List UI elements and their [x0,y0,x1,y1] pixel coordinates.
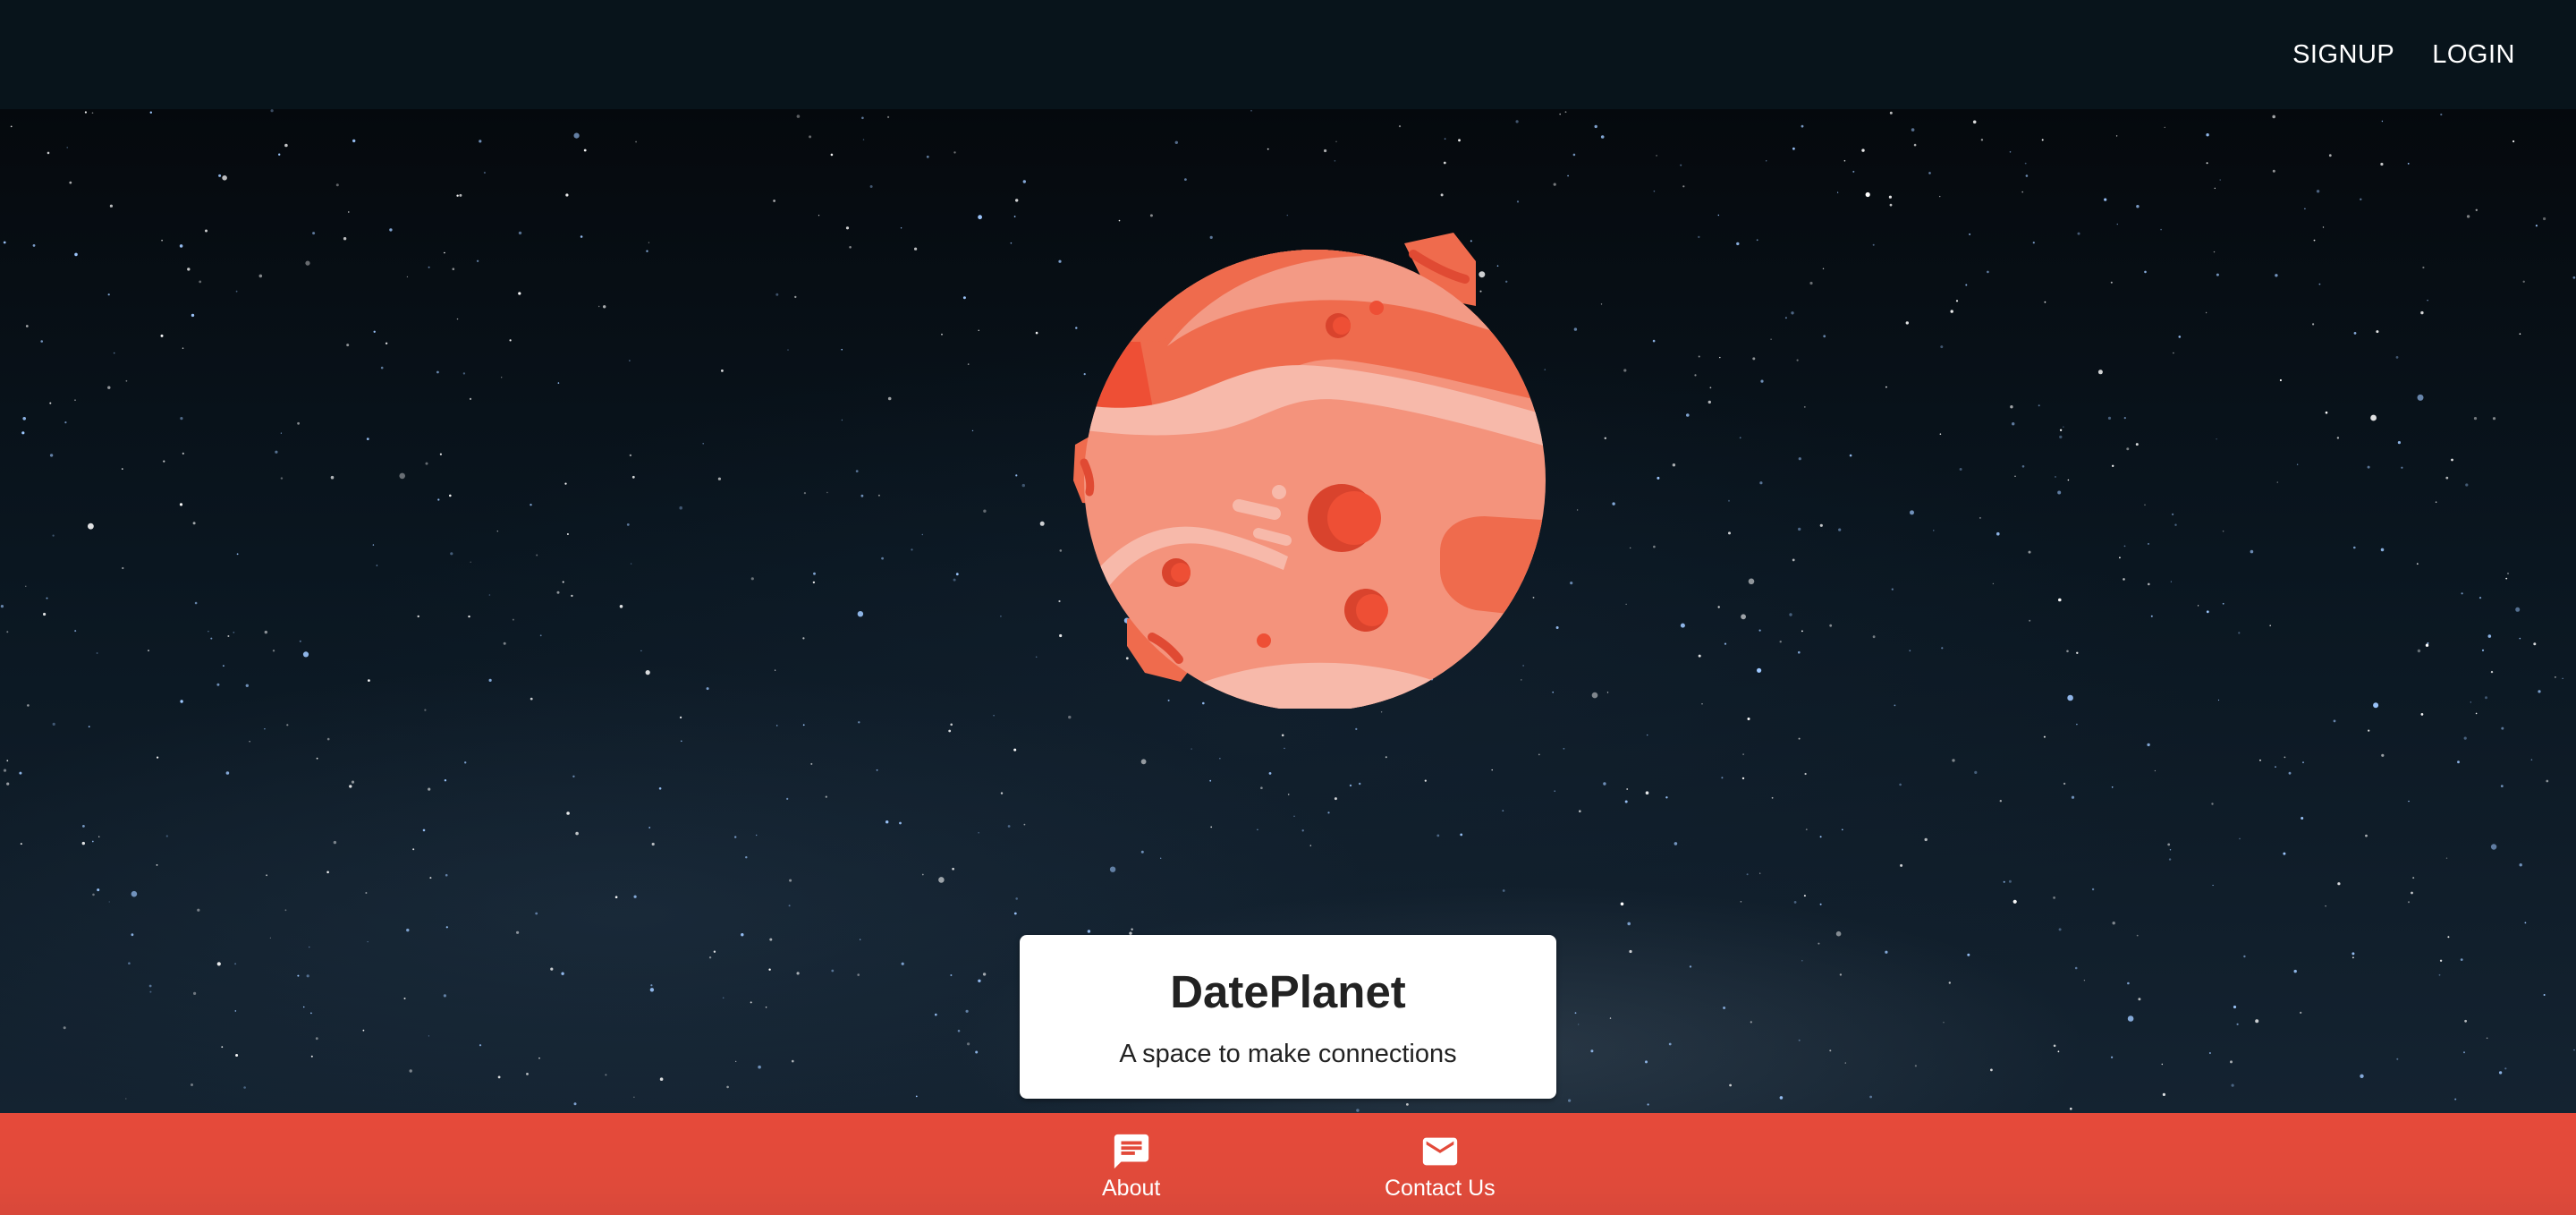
contact-nav-button[interactable]: Contact Us [1385,1131,1496,1202]
top-navbar: SIGNUP LOGIN [0,0,2576,109]
contact-label: Contact Us [1385,1176,1496,1201]
about-label: About [1102,1176,1161,1201]
mail-envelope-icon [1422,1137,1457,1166]
signup-link[interactable]: SIGNUP [2292,40,2394,70]
landing-page: SIGNUP LOGIN DatePlanet A space to make … [0,0,2576,1215]
bottom-navbar: About Contact Us [0,1113,2576,1215]
title-card: DatePlanet A space to make connections [1020,935,1556,1099]
hero-section: DatePlanet A space to make connections [0,109,2576,1113]
planet-illustration [1073,233,1546,709]
chat-message-icon [1114,1134,1148,1169]
site-title: DatePlanet [1170,966,1406,1017]
site-tagline: A space to make connections [1119,1040,1457,1068]
login-link[interactable]: LOGIN [2432,40,2515,70]
about-nav-button[interactable]: About [1102,1131,1160,1202]
